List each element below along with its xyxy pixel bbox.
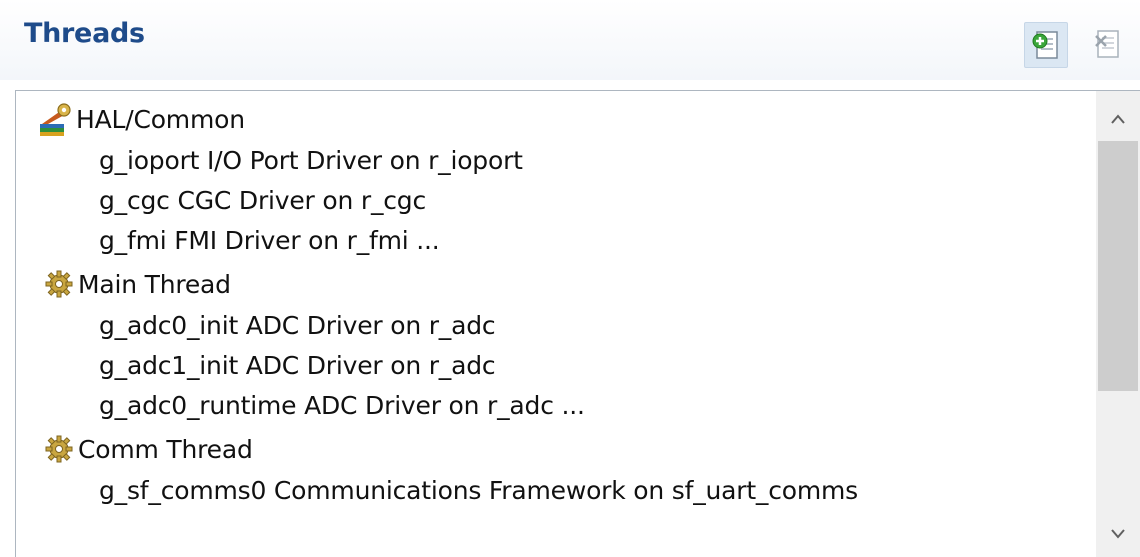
threads-panel: Threads HAL/Common g_ioport I/O Port Dri… [0,0,1140,557]
tree-node-comm-thread[interactable]: Comm Thread [44,429,253,469]
tree-node-hal-common[interactable]: HAL/Common [38,99,245,139]
hal-common-icon [38,100,76,138]
chevron-down-icon [1111,529,1125,539]
gear-icon [44,430,78,468]
tree-child-item[interactable]: g_fmi FMI Driver on r_fmi ... [99,221,440,261]
scroll-thumb[interactable] [1098,141,1138,391]
tree-node-main-thread[interactable]: Main Thread [44,264,231,304]
tree-child-item[interactable]: g_adc0_init ADC Driver on r_adc [99,306,496,346]
tree-child-item[interactable]: g_adc0_runtime ADC Driver on r_adc ... [99,386,585,426]
panel-title: Threads [24,18,145,49]
chevron-up-icon [1111,114,1125,124]
tree-child-item[interactable]: g_ioport I/O Port Driver on r_ioport [99,141,523,181]
tree-node-label: Comm Thread [78,434,253,464]
tree-child-item[interactable]: g_sf_comms0 Communications Framework on … [99,471,858,511]
remove-thread-icon [1095,30,1119,58]
scroll-down-button[interactable] [1096,511,1140,555]
add-thread-icon [1032,31,1058,59]
tree-node-label: HAL/Common [76,104,245,134]
panel-header: Threads [0,0,1140,80]
tree-node-label: Main Thread [78,269,231,299]
tree-child-item[interactable]: g_adc1_init ADC Driver on r_adc [99,346,496,386]
remove-thread-button[interactable] [1086,22,1130,68]
threads-tree[interactable]: HAL/Common g_ioport I/O Port Driver on r… [15,90,1140,557]
vertical-scrollbar[interactable] [1096,91,1140,557]
scroll-up-button[interactable] [1096,97,1140,141]
add-thread-button[interactable] [1024,22,1068,68]
tree-child-item[interactable]: g_cgc CGC Driver on r_cgc [99,181,426,221]
gear-icon [44,265,78,303]
